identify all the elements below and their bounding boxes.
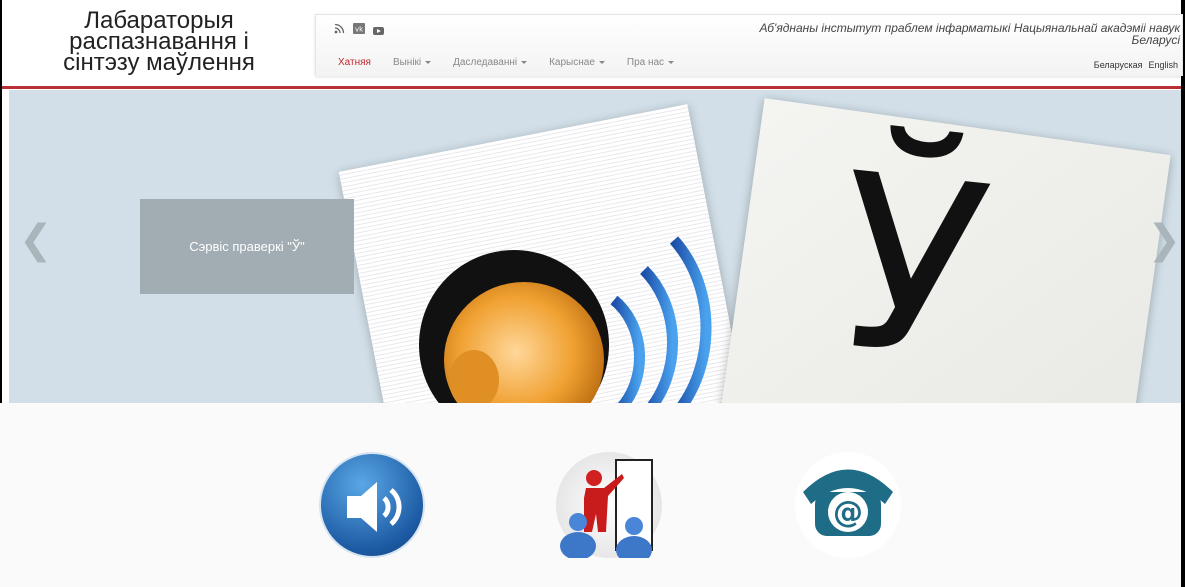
service-contact-button[interactable]: @ [795, 452, 901, 558]
hero-carousel: Ў Сэрвіс праверкі "Ў" ❮ ❯ [9, 90, 1181, 403]
site-header: Лабараторыя распазнавання і сінтэзу маўл… [2, 0, 1183, 88]
institute-line-1: Аб'яднаны інстытут праблем інфарматыкі Н… [759, 21, 1180, 35]
chevron-down-icon [521, 61, 528, 64]
carousel-prev-button[interactable]: ❮ [19, 220, 53, 260]
nav-item-label: Карыснае [549, 57, 595, 68]
nav-item-home[interactable]: Хатняя [338, 57, 371, 68]
header-divider [2, 86, 1181, 89]
institute-line-2: Беларусі [1131, 33, 1180, 47]
nav-item-research[interactable]: Даследаванні [453, 57, 528, 68]
nav-item-label: Хатняя [338, 57, 371, 68]
nav-item-useful[interactable]: Карыснае [549, 57, 605, 68]
service-audio-button[interactable] [319, 452, 425, 558]
nav-item-label: Пра нас [626, 57, 665, 68]
carousel-caption[interactable]: Сэрвіс праверкі "Ў" [140, 199, 354, 294]
lang-belarusian-link[interactable]: Беларуская [1094, 60, 1143, 70]
carousel-next-button[interactable]: ❯ [1147, 220, 1181, 260]
nav-item-results[interactable]: Вынікі [392, 57, 432, 68]
services-row: @ [0, 403, 1181, 587]
institute-name: Аб'яднаны інстытут праблем інфарматыкі Н… [720, 22, 1180, 46]
social-links: vk [334, 23, 384, 37]
lecturer-icon [560, 459, 653, 564]
service-lecture-button[interactable] [556, 452, 662, 564]
rss-icon[interactable] [334, 23, 345, 37]
language-switcher: Беларуская English [1094, 60, 1178, 70]
main-nav: Хатняя Вынікі Даследаванні Карыснае Пра … [338, 57, 696, 68]
chevron-down-icon [598, 61, 605, 64]
top-navigation-bar: vk Аб'яднаны інстытут праблем інфарматык… [315, 14, 1183, 76]
lang-english-link[interactable]: English [1148, 60, 1178, 70]
slide-letter: Ў [824, 121, 1000, 403]
nav-item-label: Даследаванні [453, 57, 518, 68]
nav-item-label: Вынікі [392, 57, 422, 68]
email-phone-icon: @ [803, 469, 893, 536]
chevron-down-icon [668, 61, 675, 64]
carousel-caption-text: Сэрвіс праверкі "Ў" [189, 239, 305, 254]
brand-line-3: сінтэзу маўлення [63, 49, 255, 76]
nav-item-about[interactable]: Пра нас [626, 57, 675, 68]
vk-icon[interactable]: vk [353, 23, 365, 37]
speaking-head-icon [419, 236, 712, 403]
chevron-down-icon [425, 61, 432, 64]
youtube-icon[interactable] [373, 26, 384, 35]
svg-text:vk: vk [355, 26, 364, 34]
svg-text:@: @ [833, 495, 863, 530]
frame-right-border [1181, 0, 1185, 587]
site-logo-link[interactable]: Лабараторыя распазнавання і сінтэзу маўл… [34, 9, 284, 76]
speaker-icon [347, 482, 402, 532]
